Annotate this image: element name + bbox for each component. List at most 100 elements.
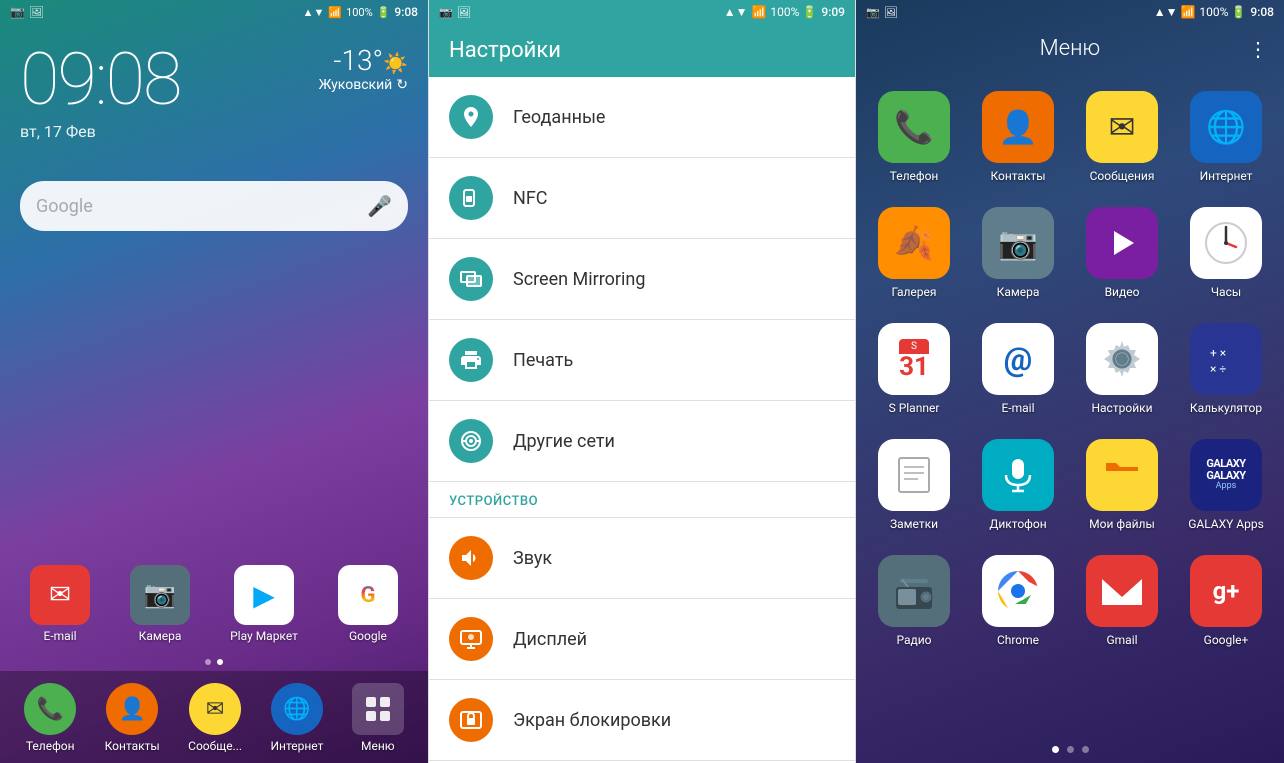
nav-contacts[interactable]: 👤 Контакты — [105, 683, 160, 753]
clock-display: 09:08 — [20, 44, 180, 116]
settings-title: Настройки — [449, 38, 561, 63]
display-label: Дисплей — [513, 629, 587, 650]
email-label: E-mail — [44, 629, 77, 643]
settings-item-geodata[interactable]: Геоданные — [429, 77, 855, 158]
menu-app-voice-recorder[interactable]: Диктофон — [970, 431, 1066, 539]
settings-item-print[interactable]: Печать — [429, 320, 855, 401]
bottom-navigation: 📞 Телефон 👤 Контакты ✉ Сообще... 🌐 Интер… — [0, 671, 428, 763]
dock-google-app[interactable]: G Google — [338, 565, 398, 643]
menu-contacts-icon: 👤 — [982, 91, 1054, 163]
display-icon — [449, 617, 493, 661]
menu-nav-label: Меню — [361, 739, 395, 753]
menu-phone-icon: 📞 — [878, 91, 950, 163]
battery-icon: 🔋 — [377, 6, 391, 19]
svg-text:+ ×: + × — [1210, 346, 1226, 360]
refresh-icon[interactable]: ↻ — [396, 77, 408, 93]
menu-app-clock[interactable]: Часы — [1178, 199, 1274, 307]
google-search-bar[interactable]: Google 🎤 — [20, 181, 408, 231]
internet-nav-label: Интернет — [270, 739, 323, 753]
contacts-nav-icon: 👤 — [106, 683, 158, 735]
menu-app-radio[interactable]: Радио — [866, 547, 962, 655]
menu-app-internet[interactable]: 🌐 Интернет — [1178, 83, 1274, 191]
menu-app-camera[interactable]: 📷 Камера — [970, 199, 1066, 307]
menu-email-label: E-mail — [1001, 401, 1034, 415]
menu-app-galaxy-apps[interactable]: GALAXY GALAXY Apps GALAXY Apps — [1178, 431, 1274, 539]
sound-label: Звук — [513, 548, 552, 569]
menu-app-phone[interactable]: 📞 Телефон — [866, 83, 962, 191]
menu-screenshot-icon: 📷 — [866, 6, 880, 19]
time-weather-widget: 09:08 вт, 17 Фев -13°☀️ Жуковский ↻ — [0, 24, 428, 151]
messages-nav-icon: ✉ — [189, 683, 241, 735]
menu-app-video[interactable]: Видео — [1074, 199, 1170, 307]
messages-nav-label: Сообще... — [188, 739, 242, 753]
menu-app-notes[interactable]: Заметки — [866, 431, 962, 539]
menu-files-icon — [1086, 439, 1158, 511]
nav-messages[interactable]: ✉ Сообще... — [188, 683, 242, 753]
mic-icon[interactable]: 🎤 — [367, 194, 392, 218]
settings-header: Настройки — [429, 24, 855, 77]
settings-item-screen-mirroring[interactable]: Screen Mirroring — [429, 239, 855, 320]
menu-app-chrome[interactable]: Chrome — [970, 547, 1066, 655]
menu-video-icon — [1086, 207, 1158, 279]
menu-app-gallery[interactable]: 🍂 Галерея — [866, 199, 962, 307]
phone-nav-icon: 📞 — [24, 683, 76, 735]
date-display: вт, 17 Фев — [20, 122, 180, 141]
menu-gmail-icon — [1086, 555, 1158, 627]
settings-time: 9:09 — [821, 5, 845, 19]
settings-item-display[interactable]: Дисплей — [429, 599, 855, 680]
status-bar-right-icons: ▲▼ 📶 100% 🔋 9:08 — [303, 5, 418, 19]
dock-email-app[interactable]: ✉ E-mail — [30, 565, 90, 643]
settings-item-other-networks[interactable]: Другие сети — [429, 401, 855, 482]
gear-svg — [1100, 337, 1144, 381]
gmail-svg — [1100, 573, 1144, 609]
dock-play-app[interactable]: ▶ Play Маркет — [230, 565, 298, 643]
settings-item-sound[interactable]: Звук — [429, 518, 855, 599]
page-dot-1 — [205, 659, 211, 665]
menu-time: 9:08 — [1250, 5, 1274, 19]
menu-camera-icon: 📷 — [982, 207, 1054, 279]
settings-item-nfc[interactable]: NFC — [429, 158, 855, 239]
clock-svg — [1202, 219, 1250, 267]
nav-internet[interactable]: 🌐 Интернет — [270, 683, 323, 753]
image-icon: 🖼 — [457, 6, 471, 19]
menu-contacts-label: Контакты — [990, 169, 1045, 183]
menu-clock-icon — [1190, 207, 1262, 279]
menu-app-messages[interactable]: ✉ Сообщения — [1074, 83, 1170, 191]
play-triangle-icon — [1104, 225, 1140, 261]
menu-dot-1 — [1052, 746, 1059, 753]
status-bar-left-icons: 📷 🖼 — [10, 5, 44, 19]
nav-phone[interactable]: 📞 Телефон — [24, 683, 76, 753]
menu-settings-icon — [1086, 323, 1158, 395]
menu-status-bar: 📷 🖼 ▲▼ 📶 100% 🔋 9:08 — [856, 0, 1284, 24]
app-grid: 📞 Телефон 👤 Контакты ✉ Сообщения 🌐 Интер… — [856, 73, 1284, 736]
internet-nav-icon: 🌐 — [271, 683, 323, 735]
menu-more-options[interactable]: ⋮ — [1228, 37, 1268, 61]
nfc-label: NFC — [513, 188, 548, 209]
email-icon: ✉ — [30, 565, 90, 625]
settings-wifi-icon: 📶 — [751, 5, 766, 19]
settings-status-bar: 📷 🖼 ▲▼ 📶 100% 🔋 9:09 — [429, 0, 855, 24]
settings-screen: 📷 🖼 ▲▼ 📶 100% 🔋 9:09 Настройки Геоданные — [428, 0, 856, 763]
menu-app-email[interactable]: @ E-mail — [970, 315, 1066, 423]
settings-item-lock-screen[interactable]: Экран блокировки — [429, 680, 855, 761]
print-icon — [449, 338, 493, 382]
home-status-bar: 📷 🖼 ▲▼ 📶 100% 🔋 9:08 — [0, 0, 428, 24]
settings-status-right: ▲▼ 📶 100% 🔋 9:09 — [724, 5, 845, 19]
dock-camera-app[interactable]: 📷 Камера — [130, 565, 190, 643]
menu-app-google-plus[interactable]: g+ Google+ — [1178, 547, 1274, 655]
play-label: Play Маркет — [230, 629, 298, 643]
menu-app-myfiles[interactable]: Мои файлы — [1074, 431, 1170, 539]
play-store-icon: ▶ — [234, 565, 294, 625]
menu-app-calculator[interactable]: + × × ÷ Калькулятор — [1178, 315, 1274, 423]
more-icon: ⋮ — [1248, 37, 1268, 61]
nav-menu[interactable]: Меню — [352, 683, 404, 753]
menu-app-gmail[interactable]: Gmail — [1074, 547, 1170, 655]
menu-signal-icon: ▲▼ 📶 — [1154, 5, 1196, 19]
menu-app-contacts[interactable]: 👤 Контакты — [970, 83, 1066, 191]
menu-app-settings[interactable]: Настройки — [1074, 315, 1170, 423]
device-section-header: УСТРОЙСТВО — [429, 482, 855, 518]
menu-page-dots — [856, 736, 1284, 763]
signal-icon: ▲▼ — [303, 6, 325, 19]
menu-app-splanner[interactable]: S 31 S Planner — [866, 315, 962, 423]
menu-video-label: Видео — [1105, 285, 1140, 299]
